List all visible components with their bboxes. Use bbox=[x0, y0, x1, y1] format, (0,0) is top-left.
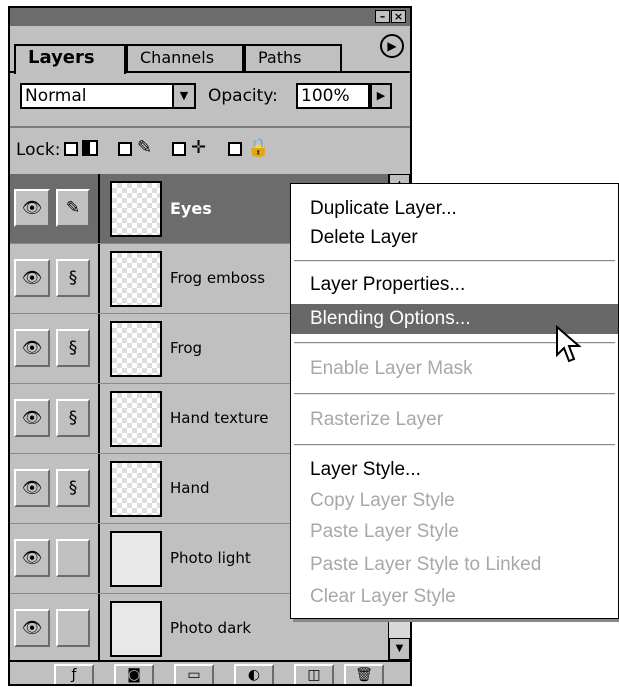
transparency-lock-icon bbox=[82, 140, 98, 156]
blend-options-row: Normal ▼ Opacity: 100% ▶ bbox=[10, 72, 410, 128]
layer-name: Hand texture bbox=[170, 409, 269, 427]
menu-item-copy-layer-style: Copy Layer Style bbox=[310, 490, 455, 511]
lock-all-checkbox[interactable] bbox=[228, 142, 242, 156]
menu-item-paste-layer-style-to-linked: Paste Layer Style to Linked bbox=[310, 554, 542, 575]
eye-icon[interactable]: 👁 bbox=[14, 539, 50, 577]
eye-icon[interactable]: 👁 bbox=[14, 609, 50, 647]
menu-separator bbox=[294, 393, 615, 395]
layer-name: Eyes bbox=[170, 199, 212, 218]
layer-mask-icon[interactable]: ◙ bbox=[114, 664, 154, 684]
scroll-down-button[interactable]: ▼ bbox=[389, 638, 410, 660]
menu-item-layer-style[interactable]: Layer Style... bbox=[291, 455, 618, 485]
tab-channels[interactable]: Channels bbox=[126, 44, 244, 72]
column-divider bbox=[98, 384, 100, 453]
layer-thumbnail bbox=[110, 321, 162, 377]
trash-icon[interactable]: 🗑 bbox=[344, 664, 384, 684]
palette-menu-button[interactable]: ▶ bbox=[380, 34, 404, 58]
column-divider bbox=[98, 174, 100, 243]
minimize-button[interactable]: – bbox=[375, 10, 390, 23]
layer-thumbnail bbox=[110, 461, 162, 517]
chain-link-icon[interactable]: § bbox=[56, 399, 90, 437]
tab-paths[interactable]: Paths bbox=[244, 44, 342, 72]
opacity-label: Opacity: bbox=[208, 86, 278, 106]
palette-tabs: Layers Channels Paths ▶ bbox=[10, 26, 410, 74]
palette-title-bar[interactable]: – × bbox=[10, 8, 410, 26]
chevron-down-icon[interactable]: ▼ bbox=[172, 83, 196, 109]
lock-row: Lock: ✎ ✛ 🔒 bbox=[10, 126, 410, 176]
menu-item-duplicate-layer[interactable]: Duplicate Layer... bbox=[291, 194, 618, 224]
layer-context-menu: Duplicate Layer... Delete Layer Layer Pr… bbox=[290, 183, 619, 619]
tab-layers[interactable]: Layers bbox=[14, 44, 126, 74]
opacity-slider-button[interactable]: ▶ bbox=[370, 83, 392, 109]
move-icon: ✛ bbox=[191, 137, 207, 158]
menu-item-clear-layer-style: Clear Layer Style bbox=[310, 586, 456, 607]
layer-thumbnail bbox=[110, 531, 162, 587]
lock-position-checkbox[interactable] bbox=[172, 142, 186, 156]
chain-link-icon[interactable]: § bbox=[56, 259, 90, 297]
new-layer-icon[interactable]: ◫ bbox=[294, 664, 334, 684]
blend-mode-select[interactable]: Normal ▼ bbox=[20, 83, 196, 109]
adjustment-layer-icon[interactable]: ◐ bbox=[234, 664, 274, 684]
layer-thumbnail bbox=[110, 391, 162, 447]
layer-thumbnail bbox=[110, 601, 162, 657]
menu-item-rasterize-layer: Rasterize Layer bbox=[310, 409, 444, 430]
chain-link-icon[interactable]: § bbox=[56, 329, 90, 367]
lock-transparency-checkbox[interactable] bbox=[64, 142, 78, 156]
eye-icon[interactable]: 👁 bbox=[14, 189, 50, 227]
column-divider bbox=[98, 314, 100, 383]
lock-label: Lock: bbox=[16, 140, 61, 160]
eye-icon[interactable]: 👁 bbox=[14, 259, 50, 297]
brush-icon: ✎ bbox=[137, 137, 153, 158]
menu-item-layer-properties[interactable]: Layer Properties... bbox=[291, 270, 618, 300]
lock-image-checkbox[interactable] bbox=[118, 142, 132, 156]
layer-name: Hand bbox=[170, 479, 210, 497]
eye-icon[interactable]: 👁 bbox=[14, 329, 50, 367]
mouse-pointer-icon bbox=[556, 325, 582, 363]
close-button[interactable]: × bbox=[391, 10, 406, 23]
column-divider bbox=[98, 594, 100, 663]
column-divider bbox=[98, 454, 100, 523]
layer-thumbnail bbox=[110, 181, 162, 237]
menu-item-paste-layer-style: Paste Layer Style bbox=[310, 521, 459, 542]
link-toggle-empty[interactable] bbox=[56, 539, 90, 577]
eye-icon[interactable]: 👁 bbox=[14, 469, 50, 507]
layer-name: Photo dark bbox=[170, 619, 252, 637]
link-toggle-empty[interactable] bbox=[56, 609, 90, 647]
layer-name: Frog emboss bbox=[170, 269, 266, 287]
layer-thumbnail bbox=[110, 251, 162, 307]
column-divider bbox=[98, 524, 100, 593]
layer-style-icon[interactable]: ƒ bbox=[54, 664, 94, 684]
layer-name: Frog bbox=[170, 339, 203, 357]
opacity-field[interactable]: 100% bbox=[296, 83, 370, 109]
brush-icon[interactable]: ✎ bbox=[56, 189, 90, 227]
layer-name: Photo light bbox=[170, 549, 251, 567]
menu-separator bbox=[294, 260, 615, 262]
new-folder-icon[interactable]: ▭ bbox=[174, 664, 214, 684]
eye-icon[interactable]: 👁 bbox=[14, 399, 50, 437]
column-divider bbox=[98, 244, 100, 313]
blend-mode-value: Normal bbox=[25, 86, 87, 106]
menu-item-delete-layer[interactable]: Delete Layer bbox=[291, 223, 618, 253]
menu-separator bbox=[294, 444, 615, 446]
palette-footer: ƒ ◙ ▭ ◐ ◫ 🗑 bbox=[10, 660, 410, 684]
padlock-icon: 🔒 bbox=[247, 137, 270, 158]
chain-link-icon[interactable]: § bbox=[56, 469, 90, 507]
